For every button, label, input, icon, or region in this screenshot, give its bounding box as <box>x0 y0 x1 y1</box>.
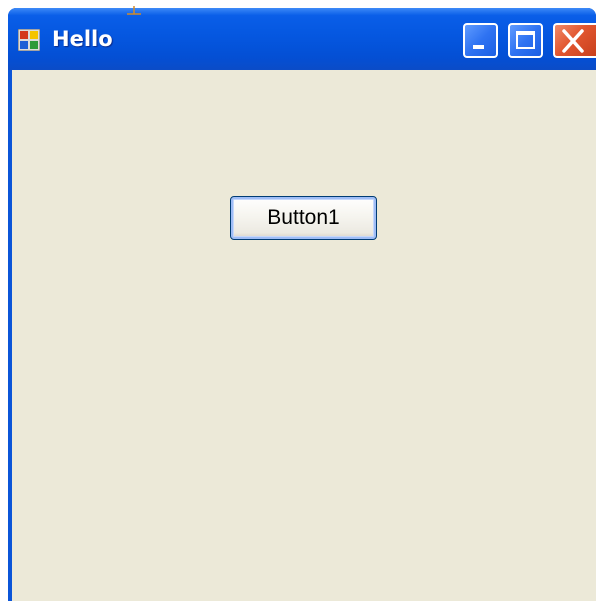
minimize-icon <box>473 45 484 49</box>
window-title: Hello <box>52 27 113 51</box>
minimize-button[interactable] <box>463 23 498 58</box>
close-button[interactable] <box>553 23 596 58</box>
form-client-area: Button1 <box>12 70 596 601</box>
app-window: Hello Button1 <box>8 8 596 601</box>
button1[interactable]: Button1 <box>230 196 377 240</box>
resize-cursor-icon <box>127 6 141 15</box>
maximize-icon <box>516 31 535 49</box>
close-icon <box>562 29 584 53</box>
app-window-icon <box>18 29 40 51</box>
maximize-button[interactable] <box>508 23 543 58</box>
title-bar[interactable]: Hello <box>8 8 596 70</box>
